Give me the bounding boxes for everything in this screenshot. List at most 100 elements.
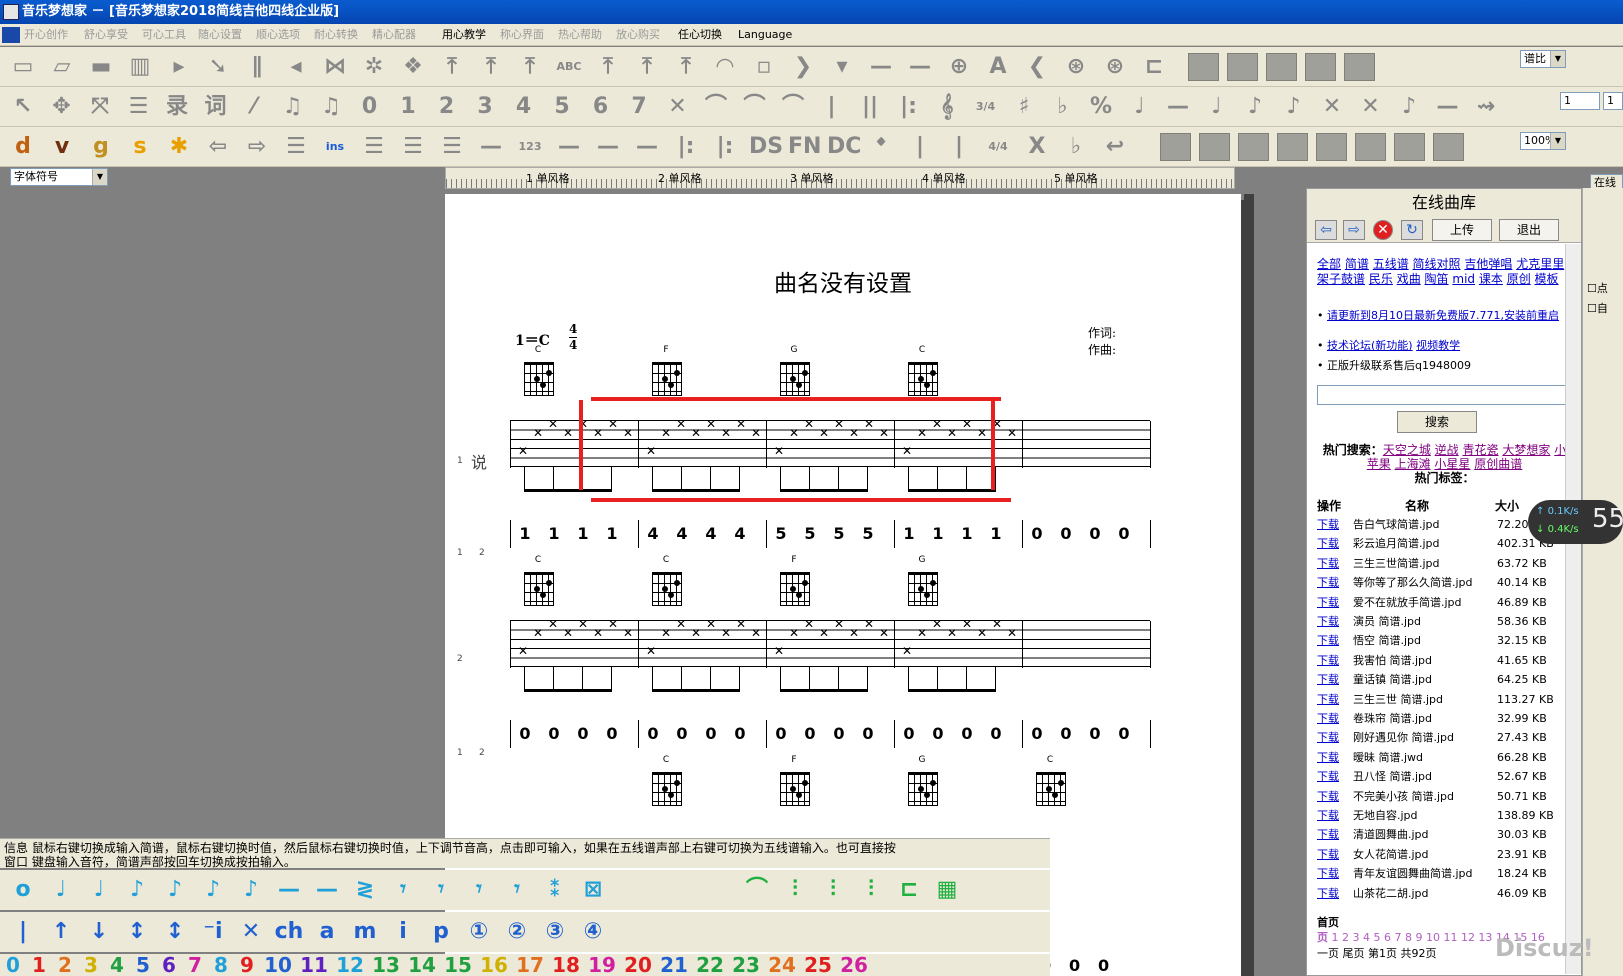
- download-link[interactable]: 下载: [1317, 728, 1339, 748]
- tb3-slot-6[interactable]: [1394, 133, 1425, 161]
- tb2-button-15[interactable]: 6: [586, 92, 616, 122]
- tb2-button-2[interactable]: ⤧: [85, 92, 115, 122]
- note-x[interactable]: ✕: [864, 618, 874, 630]
- technique-button-8[interactable]: a: [310, 916, 344, 948]
- menu-item-12[interactable]: Language: [738, 24, 792, 46]
- note-x[interactable]: ✕: [751, 427, 761, 439]
- note-x[interactable]: ✕: [721, 627, 731, 639]
- note-palette-button-0[interactable]: o: [6, 874, 40, 906]
- note-x[interactable]: ✕: [819, 627, 829, 639]
- tb2-button-36[interactable]: ♪: [1394, 92, 1424, 122]
- font-symbol-combo[interactable]: 字体符号 ▼: [10, 168, 108, 186]
- note-x[interactable]: ✕: [548, 418, 558, 430]
- note-x[interactable]: ✕: [947, 427, 957, 439]
- pager-line[interactable]: 一页 尾页 第1页 共92页: [1317, 945, 1437, 961]
- tb3-button-17[interactable]: |:: [671, 132, 701, 162]
- tb3-button-7[interactable]: ☰: [281, 132, 311, 162]
- note-number[interactable]: 1: [989, 524, 1003, 543]
- numbered-notation-line[interactable]: 00000000000000000000: [510, 720, 1151, 748]
- tb1-button-28[interactable]: ⊛: [1100, 52, 1130, 82]
- download-link[interactable]: 下载: [1317, 864, 1339, 884]
- tb3-button-12[interactable]: —: [476, 132, 506, 162]
- technique-button-12[interactable]: ①: [462, 916, 496, 948]
- note-number[interactable]: 0: [1117, 724, 1131, 743]
- tb1-button-18[interactable]: ◠: [710, 52, 740, 82]
- hot-search-link-3[interactable]: 大梦想家: [1502, 443, 1550, 457]
- note-x[interactable]: ✕: [563, 427, 573, 439]
- refresh-icon[interactable]: ↻: [1401, 220, 1423, 240]
- number-palette-button-15[interactable]: 15: [440, 954, 476, 976]
- tb3-button-2[interactable]: g: [86, 132, 116, 162]
- chord-diagram[interactable]: C: [648, 756, 684, 808]
- category-link-1[interactable]: 简谱: [1345, 257, 1369, 271]
- tb2-button-4[interactable]: 录: [162, 92, 192, 122]
- tb3-button-23[interactable]: |: [905, 132, 935, 162]
- technique-button-2[interactable]: ↓: [82, 916, 116, 948]
- technique-button-4[interactable]: ↕: [158, 916, 192, 948]
- note-palette-button-14[interactable]: ⁑: [538, 874, 572, 906]
- tb1-button-17[interactable]: ⤒: [671, 52, 701, 82]
- number-palette-button-20[interactable]: 20: [620, 954, 656, 976]
- note-x[interactable]: ✕: [691, 427, 701, 439]
- note-number[interactable]: 1: [605, 524, 619, 543]
- tb1-slot-0[interactable]: [1188, 53, 1219, 81]
- tab-staff[interactable]: ✕ ✕ ✕ ✕ ✕ ✕ ✕ ✕ ✕ ✕ ✕ ✕ ✕ ✕ ✕ ✕ ✕ ✕ ✕ ✕ ✕ ✕ ✕ ✕ ✕ ✕ ✕ ✕ ✕ ✕ ✕ ✕: [510, 618, 1151, 668]
- number-palette-button-2[interactable]: 2: [52, 954, 78, 976]
- tb2-button-29[interactable]: ♩: [1125, 92, 1155, 122]
- hot-search-link-0[interactable]: 天空之城: [1383, 443, 1431, 457]
- ornament-button-3[interactable]: ⫶: [854, 874, 888, 906]
- download-link[interactable]: 下载: [1317, 631, 1339, 651]
- tb1-button-6[interactable]: ∥: [242, 52, 272, 82]
- download-link[interactable]: 下载: [1317, 593, 1339, 613]
- tb2-button-31[interactable]: ♩: [1202, 92, 1232, 122]
- category-link-3[interactable]: 简线对照: [1413, 257, 1461, 271]
- note-x[interactable]: ✕: [932, 618, 942, 630]
- download-link[interactable]: 下载: [1317, 690, 1339, 710]
- note-number[interactable]: 0: [861, 724, 875, 743]
- note-number[interactable]: 4: [646, 524, 660, 543]
- technique-button-14[interactable]: ③: [538, 916, 572, 948]
- library-search-input[interactable]: [1317, 385, 1569, 405]
- update-link[interactable]: 请更新到8月10日最新免费版7.771,安装前重启: [1327, 309, 1559, 322]
- note-palette-button-15[interactable]: ⊠: [576, 874, 610, 906]
- note-number[interactable]: 0: [1059, 524, 1073, 543]
- tb2-button-17[interactable]: ✕: [663, 92, 693, 122]
- chord-diagram[interactable]: C: [648, 556, 684, 608]
- tb3-slot-1[interactable]: [1199, 133, 1230, 161]
- note-number[interactable]: 5: [803, 524, 817, 543]
- note-palette-button-2[interactable]: ♩: [82, 874, 116, 906]
- tb2-button-11[interactable]: 2: [432, 92, 462, 122]
- note-x[interactable]: ✕: [623, 627, 633, 639]
- number-palette-button-25[interactable]: 25: [800, 954, 836, 976]
- note-number[interactable]: 4: [704, 524, 718, 543]
- note-palette-button-12[interactable]: 𝄾: [462, 874, 496, 906]
- tb1-button-1[interactable]: ▱: [47, 52, 77, 82]
- tb1-slot-3[interactable]: [1305, 53, 1336, 81]
- note-number[interactable]: 0: [675, 724, 689, 743]
- composer-label[interactable]: 作曲:: [1088, 341, 1116, 358]
- tb1-button-27[interactable]: ⊛: [1061, 52, 1091, 82]
- category-link-8[interactable]: 戏曲: [1397, 272, 1421, 286]
- note-palette-button-11[interactable]: 𝄾: [424, 874, 458, 906]
- note-x[interactable]: ✕: [706, 418, 716, 430]
- category-link-5[interactable]: 尤克里里: [1516, 257, 1564, 271]
- tb1-button-5[interactable]: ➘: [203, 52, 233, 82]
- hot-search-link-7[interactable]: 原创曲谱: [1474, 457, 1522, 471]
- tb3-button-28[interactable]: ↩: [1100, 132, 1130, 162]
- tb1-button-24[interactable]: ⊕: [944, 52, 974, 82]
- spin-1[interactable]: 1: [1560, 92, 1600, 110]
- number-palette-button-16[interactable]: 16: [476, 954, 512, 976]
- tb1-button-7[interactable]: ◂: [281, 52, 311, 82]
- category-link-10[interactable]: mid: [1452, 272, 1475, 286]
- first-page-link[interactable]: 首页: [1317, 914, 1339, 930]
- tb1-button-29[interactable]: ⊏: [1139, 52, 1169, 82]
- note-number[interactable]: 0: [733, 724, 747, 743]
- note-x[interactable]: ✕: [676, 418, 686, 430]
- note-x[interactable]: ✕: [992, 618, 1002, 630]
- number-palette-button-13[interactable]: 13: [368, 954, 404, 976]
- tb1-button-23[interactable]: —: [905, 52, 935, 82]
- ornament-button-2[interactable]: ⫶: [816, 874, 850, 906]
- number-palette-button-14[interactable]: 14: [404, 954, 440, 976]
- song-title[interactable]: 曲名没有设置: [445, 264, 1241, 298]
- note-x[interactable]: ✕: [879, 427, 889, 439]
